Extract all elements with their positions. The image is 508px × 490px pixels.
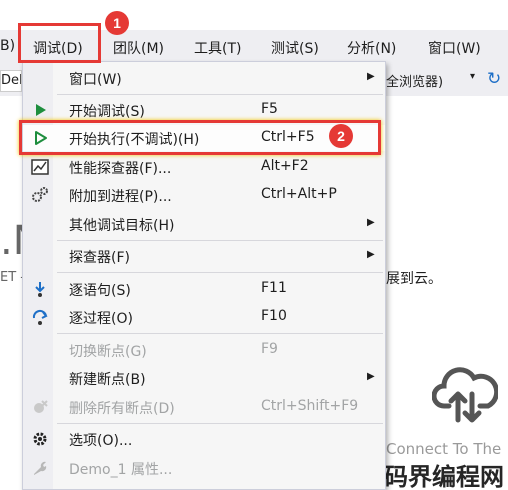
play-icon — [36, 104, 46, 116]
step-over-icon — [32, 309, 48, 325]
menu-item-shortcut: F9 — [261, 341, 278, 357]
browser-selector[interactable]: 全浏览器) — [386, 71, 443, 90]
menu-item-label: 开始调试(S) — [69, 104, 145, 120]
step-badge: 2 — [329, 124, 353, 148]
menu-item-other-debug-targets[interactable]: 其他调试目标(H) ▶ — [23, 211, 385, 237]
profiler-chart-icon — [31, 159, 49, 175]
highlight-box-start-without-debugging — [19, 120, 381, 155]
submenu-arrow-icon: ▶ — [367, 217, 375, 228]
menu-item-label: Demo_1 属性... — [69, 462, 173, 478]
menu-item-window[interactable]: 窗口(W) ▶ — [23, 65, 385, 91]
menu-team[interactable]: 团队(M) — [113, 38, 164, 58]
cloud-upload-icon — [432, 367, 498, 423]
watermark-text: 码界编程网 — [384, 463, 504, 490]
menu-item-attach-to-process[interactable]: 附加到进程(P)... Ctrl+Alt+P — [23, 182, 385, 208]
menu-analyze[interactable]: 分析(N) — [347, 38, 396, 58]
menu-item-profiler[interactable]: 探查器(F) ▶ — [23, 243, 385, 269]
menu-separator — [57, 94, 383, 95]
solution-config-dropdown[interactable]: Del — [0, 70, 22, 92]
menu-item-shortcut: Ctrl+Shift+F9 — [261, 398, 359, 414]
menu-build[interactable]: B) — [0, 38, 15, 54]
submenu-arrow-icon: ▶ — [367, 371, 375, 382]
menu-item-step-into[interactable]: 逐语句(S) F11 — [23, 276, 385, 302]
menu-item-options[interactable]: 选项(O)... — [23, 426, 385, 452]
menu-separator — [57, 240, 383, 241]
chevron-down-icon[interactable]: ▾ — [470, 71, 475, 82]
menu-item-shortcut: Ctrl+Alt+P — [261, 186, 337, 202]
menu-item-label: 其他调试目标(H) — [69, 218, 175, 234]
menu-separator — [57, 333, 383, 334]
menu-item-label: 逐语句(S) — [69, 283, 131, 299]
step-into-icon — [35, 282, 45, 297]
refresh-icon[interactable]: ↻ — [487, 69, 501, 89]
connect-link[interactable]: Connect To The — [386, 440, 501, 458]
menu-item-label: 选项(O)... — [69, 433, 133, 449]
submenu-arrow-icon: ▶ — [367, 249, 375, 260]
menu-separator — [57, 272, 383, 273]
menu-window[interactable]: 窗口(W) — [428, 38, 481, 58]
menu-item-shortcut: F5 — [261, 101, 278, 117]
menu-tools[interactable]: 工具(T) — [194, 38, 241, 58]
menu-item-label: 性能探查器(F)... — [69, 161, 172, 177]
gear-icon — [33, 432, 47, 446]
menu-item-label: 探查器(F) — [69, 250, 130, 266]
menu-item-delete-all-breakpoints[interactable]: 删除所有断点(D) Ctrl+Shift+F9 — [23, 394, 385, 420]
menu-item-project-properties[interactable]: Demo_1 属性... — [23, 455, 385, 481]
submenu-arrow-icon: ▶ — [367, 71, 375, 82]
menu-item-new-breakpoint[interactable]: 新建断点(B) ▶ — [23, 365, 385, 391]
gears-icon — [32, 187, 48, 202]
delete-breakpoints-icon — [34, 400, 48, 413]
wrench-icon — [34, 461, 47, 475]
menu-item-shortcut: F10 — [261, 308, 287, 324]
highlight-box-debug-menu — [18, 23, 101, 63]
menu-item-label: 删除所有断点(D) — [69, 401, 175, 417]
menu-item-performance-profiler[interactable]: 性能探查器(F)... Alt+F2 — [23, 154, 385, 180]
menu-item-shortcut: Alt+F2 — [261, 158, 309, 174]
menu-item-label: 窗口(W) — [69, 72, 122, 88]
menu-item-label: 逐过程(O) — [69, 311, 133, 327]
menu-item-label: 新建断点(B) — [69, 372, 146, 388]
menu-item-label: 附加到进程(P)... — [69, 189, 172, 205]
menu-item-shortcut: F11 — [261, 280, 287, 296]
step-badge: 1 — [105, 11, 129, 35]
menu-item-step-over[interactable]: 逐过程(O) F10 — [23, 304, 385, 330]
menu-separator — [57, 423, 383, 424]
cloud-description: 展到云。 — [386, 271, 442, 287]
menu-item-label: 切换断点(G) — [69, 344, 147, 360]
menu-test[interactable]: 测试(S) — [271, 38, 319, 58]
menu-item-toggle-breakpoint[interactable]: 切换断点(G) F9 — [23, 337, 385, 363]
